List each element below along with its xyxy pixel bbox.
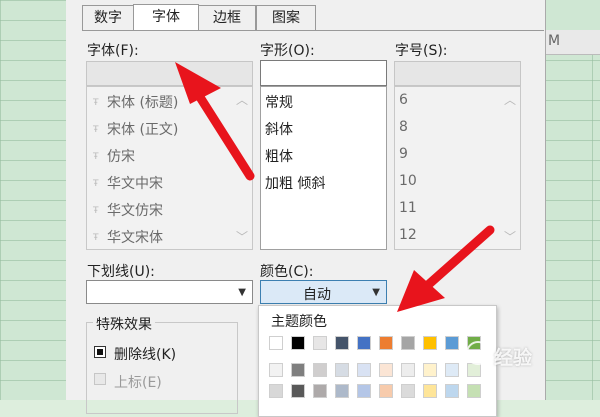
truetype-icon: Ŧ: [93, 152, 99, 162]
color-swatch[interactable]: [379, 336, 393, 350]
color-swatch[interactable]: [357, 336, 371, 350]
font-list[interactable]: Ŧ 宋体 (标题) Ŧ 宋体 (正文) Ŧ 仿宋 Ŧ 华文中宋 Ŧ 华文仿宋 Ŧ 华文宋体 …: [86, 86, 253, 250]
sheet-top-strip: [545, 0, 600, 30]
color-swatch[interactable]: [445, 384, 459, 398]
color-swatch[interactable]: [313, 384, 327, 398]
superscript-label: 上标(E): [114, 375, 162, 391]
size-list-item[interactable]: 12: [399, 227, 417, 243]
font-label: 字体(F):: [87, 43, 139, 59]
tab-number[interactable]: 数字: [82, 5, 134, 30]
color-swatch[interactable]: [357, 384, 371, 398]
watermark-logo-icon: [466, 341, 490, 365]
superscript-checkbox[interactable]: [94, 373, 106, 385]
strikethrough-label: 删除线(K): [114, 347, 177, 363]
font-name: 宋体 (正文): [107, 122, 179, 138]
font-list-item[interactable]: Ŧ 宋体 (标题): [93, 92, 178, 112]
color-swatch[interactable]: [401, 336, 415, 350]
color-swatch[interactable]: [423, 336, 437, 350]
watermark-text: 经验: [494, 347, 533, 369]
color-swatch[interactable]: [467, 384, 481, 398]
theme-colors-title: 主题颜色: [271, 314, 327, 330]
size-list-item[interactable]: 8: [399, 119, 408, 135]
column-letter: M: [548, 33, 561, 49]
special-effects-group: [86, 322, 238, 414]
truetype-icon: Ŧ: [93, 206, 99, 216]
tab-font[interactable]: 字体: [133, 4, 199, 31]
size-list-item[interactable]: 10: [399, 173, 417, 189]
color-swatch[interactable]: [467, 363, 481, 377]
font-name: 华文中宋: [107, 176, 163, 192]
size-list[interactable]: 6 8 9 10 11 12 ︿ ﹀: [394, 86, 521, 250]
color-swatch[interactable]: [269, 363, 283, 377]
chevron-down-icon: ▼: [372, 287, 380, 298]
font-name: 仿宋: [107, 149, 135, 165]
font-list-item[interactable]: Ŧ 华文仿宋: [93, 200, 163, 220]
tab-pattern[interactable]: 图案: [256, 5, 316, 30]
size-label: 字号(S):: [395, 43, 448, 59]
color-swatch[interactable]: [423, 363, 437, 377]
style-label: 字形(O):: [260, 43, 315, 59]
tab-panel-border: [82, 30, 544, 31]
color-swatch[interactable]: [357, 363, 371, 377]
color-swatch[interactable]: [335, 336, 349, 350]
truetype-icon: Ŧ: [93, 125, 99, 135]
color-swatch[interactable]: [379, 363, 393, 377]
tab-border[interactable]: 边框: [198, 5, 256, 30]
scroll-down-icon[interactable]: ﹀: [236, 228, 248, 245]
font-name: 宋体 (标题): [107, 95, 179, 111]
color-swatch[interactable]: [291, 384, 305, 398]
chevron-down-icon: ▼: [238, 287, 246, 298]
size-input[interactable]: [394, 61, 521, 86]
scroll-up-icon[interactable]: ︿: [504, 91, 516, 108]
scroll-up-icon[interactable]: ︿: [236, 91, 248, 108]
color-label: 颜色(C):: [260, 264, 314, 280]
color-swatch[interactable]: [401, 363, 415, 377]
color-swatch[interactable]: [445, 336, 459, 350]
style-list[interactable]: 常规 斜体 粗体 加粗 倾斜: [260, 86, 387, 250]
style-input[interactable]: [260, 60, 387, 86]
color-swatch[interactable]: [423, 384, 437, 398]
color-swatch[interactable]: [313, 336, 327, 350]
color-select[interactable]: 自动 ▼: [260, 280, 387, 304]
color-swatch[interactable]: [401, 384, 415, 398]
underline-select[interactable]: ▼: [86, 280, 253, 304]
truetype-icon: Ŧ: [93, 179, 99, 189]
color-swatch[interactable]: [335, 384, 349, 398]
font-list-item[interactable]: Ŧ 仿宋: [93, 146, 135, 166]
font-input[interactable]: [86, 61, 253, 86]
color-swatch[interactable]: [291, 336, 305, 350]
truetype-icon: Ŧ: [93, 98, 99, 108]
style-list-item[interactable]: 斜体: [265, 119, 293, 139]
font-name: 华文仿宋: [107, 203, 163, 219]
color-swatch[interactable]: [335, 363, 349, 377]
color-swatch[interactable]: [269, 336, 283, 350]
style-list-item[interactable]: 粗体: [265, 146, 293, 166]
font-list-item[interactable]: Ŧ 宋体 (正文): [93, 119, 178, 139]
color-swatch[interactable]: [445, 363, 459, 377]
color-swatch[interactable]: [269, 384, 283, 398]
size-list-item[interactable]: 9: [399, 146, 408, 162]
font-list-item[interactable]: Ŧ 华文宋体: [93, 227, 163, 247]
size-list-item[interactable]: 11: [399, 200, 417, 216]
color-value: 自动: [303, 287, 331, 303]
special-effects-title: 特殊效果: [93, 314, 155, 334]
style-list-item[interactable]: 加粗 倾斜: [265, 173, 325, 193]
color-swatch[interactable]: [313, 363, 327, 377]
underline-label: 下划线(U):: [87, 264, 155, 280]
style-list-item[interactable]: 常规: [265, 92, 293, 112]
font-name: 华文宋体: [107, 230, 163, 246]
size-list-item[interactable]: 6: [399, 92, 408, 108]
color-palette-popup: 主题颜色: [258, 305, 497, 417]
font-list-item[interactable]: Ŧ 华文中宋: [93, 173, 163, 193]
truetype-icon: Ŧ: [93, 233, 99, 243]
strikethrough-checkbox[interactable]: [94, 346, 106, 358]
color-swatch[interactable]: [291, 363, 305, 377]
color-swatch[interactable]: [379, 384, 393, 398]
scroll-down-icon[interactable]: ﹀: [504, 228, 516, 245]
